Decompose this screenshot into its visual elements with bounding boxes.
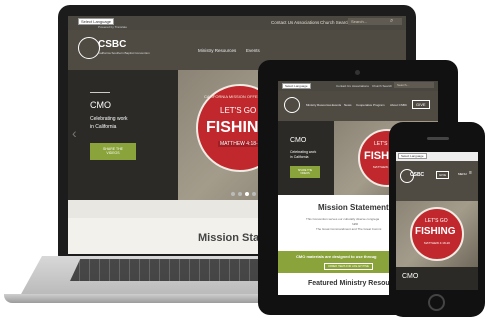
tablet-language-select[interactable]: Select Language [282,83,311,89]
top-link-church-search[interactable]: Church Search [320,20,350,25]
laptop-topbar: Select Language Powered by Translate Con… [68,16,406,30]
hero-text-line-1: Celebrating work [90,116,128,122]
tablet-nav-events[interactable]: Events [332,103,341,107]
phone-hero-caption: CMO [396,267,478,290]
top-link-associations[interactable]: Associations [294,20,319,25]
logo-subtitle: California Southern Baptist Convention [98,51,150,55]
phone-hero-title: CMO [402,273,419,280]
top-link-contact[interactable]: Contact Us [271,20,293,25]
tablet-cmo-banner-text: CMO materials are designed to use throug [296,254,377,259]
share-button-line-1: SHARE THE [103,147,123,151]
tablet-logo-icon[interactable] [284,97,300,113]
share-button-line-2: VIDEOS [106,151,120,155]
tablet-hero-title: CMO [290,137,307,144]
tablet-nav-news[interactable]: News [344,103,352,107]
phone-topbar: Select Language [396,152,478,161]
search-input[interactable]: Search... [348,18,402,25]
hero-prev-arrow-icon[interactable]: ‹ [72,125,77,141]
phone-badge-lets-go: LET'S GO [425,218,448,224]
tablet-nav-ministry[interactable]: Ministry Resources [306,103,332,107]
carousel-dot[interactable] [252,192,256,196]
language-select[interactable]: Select Language [78,18,115,25]
phone-hero-image: LET'S GO FISHING MATTHEW 4:18-20 [396,201,478,267]
phone-home-button[interactable] [428,294,445,311]
phone-screen: Select Language CSBC GIVE MENU ≡ LET'S G… [396,152,478,290]
carousel-dot[interactable] [238,192,242,196]
hamburger-menu-icon[interactable]: ≡ [469,170,472,176]
carousel-dot-active[interactable] [245,192,249,196]
tablet-camera [355,70,360,75]
csbc-logo-icon[interactable] [78,37,100,59]
tablet-order-button[interactable]: ORDER ITEMS FOR LIFE ANYTIME [324,263,373,270]
tablet-search-input[interactable]: Search... [394,82,434,88]
phone-speaker [427,137,449,140]
phone-badge-fishing: FISHING [415,226,456,237]
tablet-link-church-search[interactable]: Church Search [372,84,392,88]
tablet-share-line-2: VIDEOS [300,172,310,175]
tablet-mission-heading: Mission Statement [318,203,389,212]
carousel-dots [231,192,256,196]
tablet-mission-text-2: fulfill [352,222,359,226]
hero-title: CMO [90,100,111,110]
tablet-nav-about[interactable]: About CSBC [390,103,407,107]
tablet-featured-heading: Featured Ministry Resou [308,280,390,287]
powered-by-translate: Powered by Translate [98,25,128,29]
hero-text-line-2: in California [90,124,117,130]
tablet-nav: Ministry Resources Events News Cooperati… [278,91,438,121]
tablet-give-button[interactable]: GIVE [412,100,430,109]
logo-text[interactable]: CSBC [98,39,126,50]
tablet-link-contact[interactable]: Contact Us [336,84,351,88]
search-icon[interactable]: ⌕ [390,18,393,25]
tablet-share-button[interactable]: SHARE THE VIDEOS [290,166,320,178]
tablet-mission-text-3: The Great Commandment and The Great Comm… [316,227,382,231]
nav-events[interactable]: Events [246,48,260,53]
phone-menu-label[interactable]: MENU [458,172,467,176]
carousel-dot[interactable] [231,192,235,196]
phone-nav: CSBC GIVE MENU ≡ [396,161,478,201]
phone-give-button[interactable]: GIVE [436,171,450,179]
tablet-hero-text-1: Celebrating work [290,150,317,154]
phone-badge-verse: MATTHEW 4:18-20 [424,241,450,245]
phone-fishing-badge: LET'S GO FISHING MATTHEW 4:18-20 [410,207,464,261]
tablet-mission-text-1: This Convention serves our culturally di… [306,217,380,221]
tablet-hero-text-2: in California [290,155,309,159]
tablet-topbar: Select Language Contact Us Associations … [278,81,438,91]
badge-lets-go: LET'S GO [220,106,257,115]
hero-divider [90,92,110,93]
share-videos-button[interactable]: SHARE THE VIDEOS [90,143,136,160]
phone-language-select[interactable]: Select Language [398,153,427,159]
tablet-nav-cooperative[interactable]: Cooperative Program [356,103,385,107]
nav-ministry-resources[interactable]: Ministry Resources [198,48,236,53]
phone-logo-text[interactable]: CSBC [410,172,424,178]
tablet-link-associations[interactable]: Associations [352,84,369,88]
